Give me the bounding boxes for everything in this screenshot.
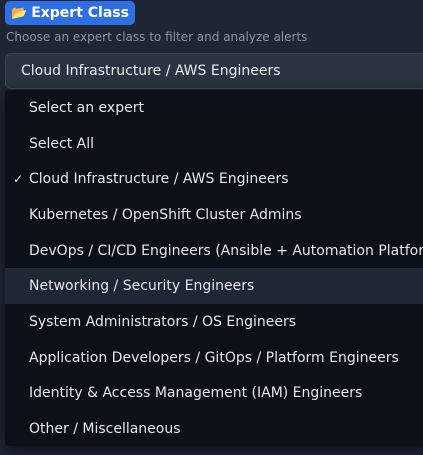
dropdown-option[interactable]: Other / Miscellaneous — [5, 411, 423, 446]
selected-value: Cloud Infrastructure / AWS Engineers — [21, 63, 281, 79]
dropdown-option[interactable]: Application Developers / GitOps / Platfo… — [5, 340, 423, 376]
option-label: Kubernetes / OpenShift Cluster Admins — [29, 206, 302, 223]
expert-class-select[interactable]: Cloud Infrastructure / AWS Engineers — [5, 53, 423, 89]
dropdown-option[interactable]: Select All — [5, 126, 423, 162]
option-label: Application Developers / GitOps / Platfo… — [29, 349, 399, 366]
dropdown-option[interactable]: Identity & Access Management (IAM) Engin… — [5, 376, 423, 412]
option-label: Cloud Infrastructure / AWS Engineers — [29, 171, 289, 188]
option-label: Networking / Security Engineers — [29, 278, 255, 295]
dropdown-option[interactable]: ✓ Cloud Infrastructure / AWS Engineers — [5, 161, 423, 197]
option-label: Other / Miscellaneous — [29, 421, 181, 438]
dropdown-option[interactable]: System Administrators / OS Engineers — [5, 304, 423, 340]
open-folder-icon: 📂 — [11, 5, 28, 21]
option-label: Select All — [29, 135, 94, 152]
expert-class-badge: 📂 Expert Class — [5, 1, 135, 25]
option-label: Identity & Access Management (IAM) Engin… — [29, 385, 363, 402]
checkmark-icon: ✓ — [13, 172, 24, 187]
badge-label: Expert Class — [31, 5, 129, 21]
dropdown-option[interactable]: DevOps / CI/CD Engineers (Ansible + Auto… — [5, 233, 423, 269]
option-label: DevOps / CI/CD Engineers (Ansible + Auto… — [29, 242, 423, 259]
option-label: Select an expert — [29, 99, 144, 116]
dropdown-option[interactable]: Networking / Security Engineers — [5, 268, 423, 305]
dropdown-menu: Select an expert Select All ✓ Cloud Infrast… — [5, 90, 423, 446]
dropdown-option[interactable]: Select an expert — [5, 90, 423, 126]
option-label: System Administrators / OS Engineers — [29, 313, 297, 330]
dropdown-option[interactable]: Kubernetes / OpenShift Cluster Admins — [5, 197, 423, 233]
helper-text: Choose an expert class to filter and ana… — [6, 30, 308, 44]
